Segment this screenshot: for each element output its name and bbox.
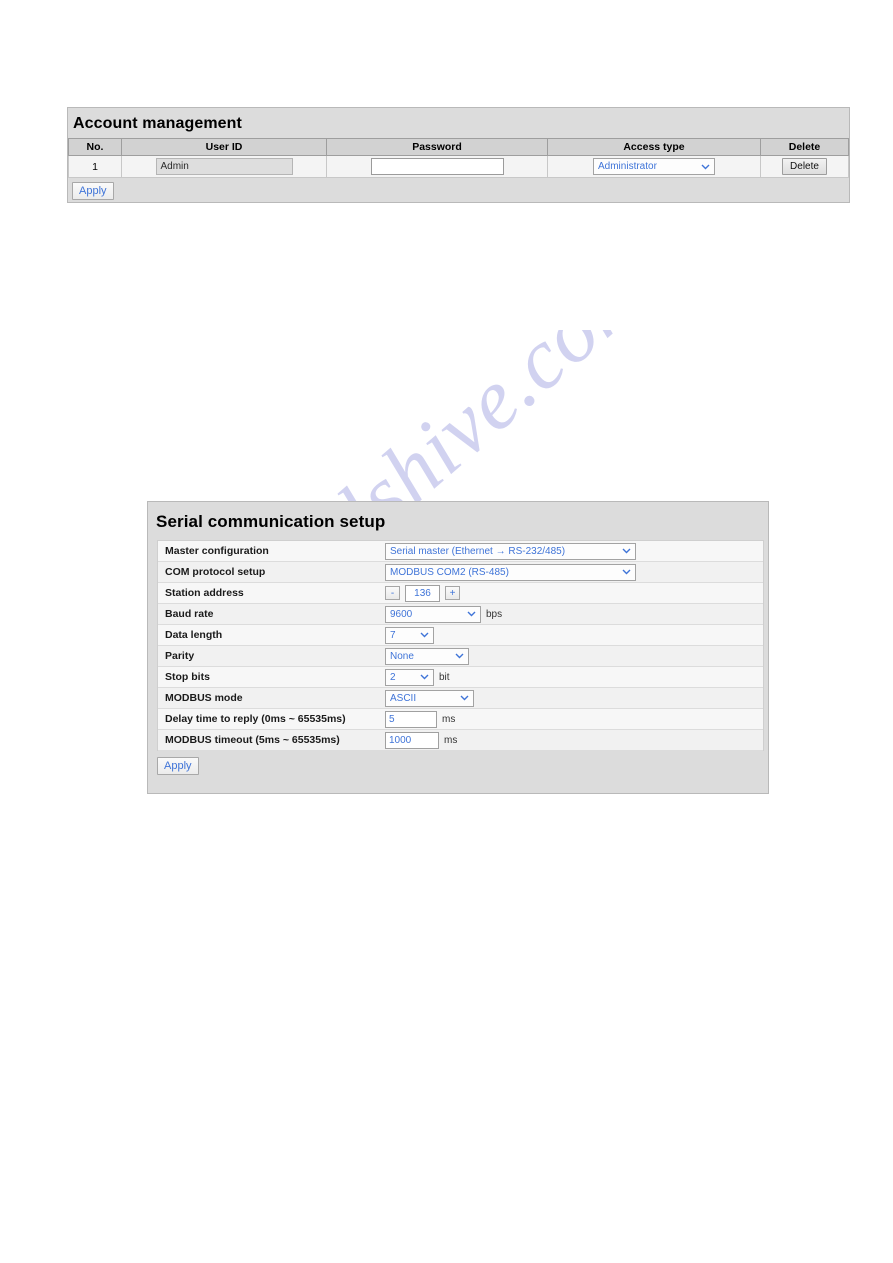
label-master-configuration: Master configuration	[165, 545, 269, 557]
stop-bits-select[interactable]: 2	[385, 668, 434, 686]
control-delay-time-to-reply: 5 ms	[385, 710, 456, 728]
account-management-panel: Account management No. User ID Password …	[67, 107, 850, 203]
user-id-cell: Admin	[121, 155, 327, 178]
modbus-mode-select[interactable]: ASCII	[385, 689, 474, 707]
serial-setup-title: Serial communication setup	[156, 512, 386, 531]
control-stop-bits: 2 bit	[385, 668, 450, 686]
label-com-protocol-setup: COM protocol setup	[165, 566, 266, 578]
delete-button[interactable]: Delete	[782, 158, 827, 175]
chevron-down-icon	[419, 628, 430, 643]
chevron-down-icon	[621, 565, 632, 580]
chevron-down-icon	[466, 607, 477, 622]
chevron-down-icon	[459, 691, 470, 706]
control-baud-rate: 9600 bps	[385, 605, 503, 623]
station-address-input[interactable]: 136	[405, 584, 440, 602]
setting-row-delay-time-to-reply: Delay time to reply (0ms ~ 65535ms) 5 ms	[158, 709, 763, 730]
setting-row-station-address: Station address - 136 +	[158, 583, 763, 604]
station-address-decrement-button[interactable]: -	[385, 586, 400, 600]
parity-select[interactable]: None	[385, 647, 469, 665]
account-management-title: Account management	[73, 115, 242, 132]
chevron-down-icon	[419, 670, 430, 685]
com-protocol-value: MODBUS COM2 (RS-485)	[390, 566, 509, 578]
baud-rate-unit: bps	[486, 608, 503, 620]
master-configuration-value: Serial master (Ethernet → RS-232/485)	[390, 545, 566, 557]
control-data-length: 7	[385, 626, 434, 644]
label-modbus-mode: MODBUS mode	[165, 692, 243, 704]
column-header-user-id: User ID	[121, 138, 327, 156]
serial-communication-setup-panel: Serial communication setup Master config…	[147, 501, 769, 794]
user-id-field[interactable]: Admin	[155, 158, 293, 175]
access-type-value: Administrator	[598, 161, 657, 172]
parity-value: None	[390, 650, 414, 662]
master-configuration-select[interactable]: Serial master (Ethernet → RS-232/485)	[385, 542, 636, 560]
column-header-access-type: Access type	[547, 138, 761, 156]
data-length-value: 7	[390, 629, 396, 641]
column-header-password: Password	[326, 138, 548, 156]
setting-row-data-length: Data length 7	[158, 625, 763, 646]
baud-rate-select[interactable]: 9600	[385, 605, 481, 623]
control-com-protocol-setup: MODBUS COM2 (RS-485)	[385, 563, 636, 581]
chevron-down-icon	[621, 544, 632, 559]
station-address-increment-button[interactable]: +	[445, 586, 460, 600]
setting-row-master-configuration: Master configuration Serial master (Ethe…	[158, 541, 763, 562]
chevron-down-icon	[700, 159, 711, 174]
data-length-select[interactable]: 7	[385, 626, 434, 644]
modbus-mode-value: ASCII	[390, 692, 417, 704]
control-modbus-timeout: 1000 ms	[385, 731, 458, 749]
setting-row-baud-rate: Baud rate 9600 bps	[158, 604, 763, 625]
modbus-timeout-unit: ms	[444, 734, 458, 746]
serial-apply-row: Apply	[148, 751, 768, 775]
control-modbus-mode: ASCII	[385, 689, 474, 707]
label-parity: Parity	[165, 650, 195, 662]
account-apply-button[interactable]: Apply	[72, 182, 114, 200]
serial-settings-list: Master configuration Serial master (Ethe…	[157, 540, 764, 751]
setting-row-modbus-timeout: MODBUS timeout (5ms ~ 65535ms) 1000 ms	[158, 730, 763, 751]
row-number: 1	[68, 155, 122, 178]
label-baud-rate: Baud rate	[165, 608, 214, 620]
stop-bits-unit: bit	[439, 671, 450, 683]
label-delay-time-to-reply: Delay time to reply (0ms ~ 65535ms)	[165, 713, 346, 725]
label-station-address: Station address	[165, 587, 244, 599]
stop-bits-value: 2	[390, 671, 396, 683]
setting-row-stop-bits: Stop bits 2 bit	[158, 667, 763, 688]
baud-rate-value: 9600	[390, 608, 413, 620]
password-cell	[326, 155, 548, 178]
com-protocol-select[interactable]: MODBUS COM2 (RS-485)	[385, 563, 636, 581]
label-modbus-timeout: MODBUS timeout (5ms ~ 65535ms)	[165, 734, 340, 746]
column-header-no: No.	[68, 138, 122, 156]
label-stop-bits: Stop bits	[165, 671, 210, 683]
serial-apply-button[interactable]: Apply	[157, 757, 199, 775]
account-table: No. User ID Password Access type Delete …	[68, 138, 849, 178]
chevron-down-icon	[454, 649, 465, 664]
setting-row-parity: Parity None	[158, 646, 763, 667]
password-input[interactable]	[370, 158, 504, 175]
account-apply-row: Apply	[68, 178, 849, 200]
delete-cell: Delete	[760, 155, 849, 178]
table-header-row: No. User ID Password Access type Delete	[68, 138, 849, 156]
control-station-address: - 136 +	[385, 584, 460, 602]
column-header-delete: Delete	[760, 138, 849, 156]
control-master-configuration: Serial master (Ethernet → RS-232/485)	[385, 542, 636, 560]
table-row: 1 Admin Administrator Delete	[68, 155, 849, 178]
control-parity: None	[385, 647, 469, 665]
access-type-cell: Administrator	[547, 155, 761, 178]
access-type-select[interactable]: Administrator	[593, 158, 715, 175]
modbus-timeout-input[interactable]: 1000	[385, 731, 439, 749]
label-data-length: Data length	[165, 629, 223, 641]
setting-row-modbus-mode: MODBUS mode ASCII	[158, 688, 763, 709]
delay-time-input[interactable]: 5	[385, 710, 437, 728]
delay-time-unit: ms	[442, 713, 456, 725]
setting-row-com-protocol-setup: COM protocol setup MODBUS COM2 (RS-485)	[158, 562, 763, 583]
